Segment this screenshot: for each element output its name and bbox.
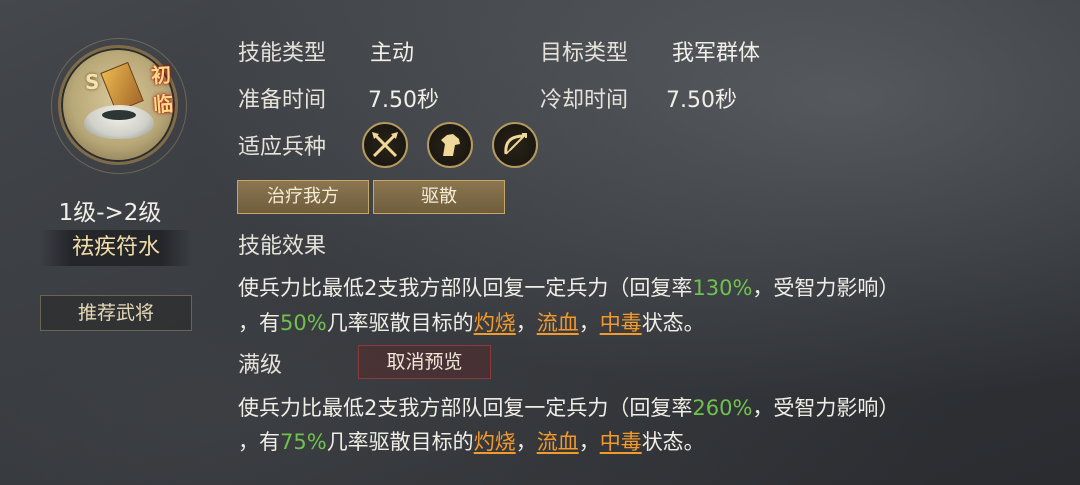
desc-text: ， bbox=[578, 311, 600, 335]
skill-tag: 初临 bbox=[150, 62, 174, 117]
bow-glyph bbox=[504, 133, 527, 155]
status-link-poison[interactable]: 中毒 bbox=[600, 311, 642, 335]
target-type-label: 目标类型 bbox=[540, 41, 629, 66]
bow-icon[interactable] bbox=[492, 122, 538, 168]
max-desc-line1: 使兵力比最低2支我方部队回复一定兵力（回复率260%，受智力影响） bbox=[238, 392, 899, 422]
desc-text: 几率驱散目标的 bbox=[326, 311, 474, 335]
cancel-preview-button[interactable]: 取消预览 bbox=[358, 345, 491, 379]
bowl-icon bbox=[84, 105, 154, 139]
desc-text: ，受智力影响） bbox=[752, 396, 900, 420]
heal-rate-max: 260% bbox=[692, 396, 753, 420]
desc-text: 状态。 bbox=[641, 430, 705, 454]
effect-tag-heal: 治疗我方 bbox=[237, 180, 369, 214]
max-desc-line2: ，有75%几率驱散目标的灼烧，流血，中毒状态。 bbox=[238, 426, 705, 456]
skill-icon[interactable]: S 初临 bbox=[51, 38, 187, 174]
status-link-bleed-max[interactable]: 流血 bbox=[537, 430, 579, 454]
horse-head-icon[interactable] bbox=[427, 122, 473, 168]
status-link-poison-max[interactable]: 中毒 bbox=[600, 430, 642, 454]
desc-text: 使兵力比最低2支我方部队回复一定兵力（回复率 bbox=[238, 276, 693, 300]
desc-text: 使兵力比最低2支我方部队回复一定兵力（回复率 bbox=[238, 396, 693, 420]
dispel-chance: 50% bbox=[280, 311, 327, 335]
skill-grade: S bbox=[85, 70, 100, 94]
desc-text: ，受智力影响） bbox=[752, 276, 900, 300]
desc-text: ， bbox=[515, 311, 537, 335]
effect-title: 技能效果 bbox=[238, 234, 327, 259]
recommend-generals-button[interactable]: 推荐武将 bbox=[40, 295, 192, 331]
cooldown-label: 冷却时间 bbox=[540, 88, 629, 113]
skill-level: 1级->2级 bbox=[58, 200, 162, 226]
effect-tag-dispel: 驱散 bbox=[373, 180, 505, 214]
effect-desc-line1: 使兵力比最低2支我方部队回复一定兵力（回复率130%，受智力影响） bbox=[238, 272, 899, 302]
desc-text: ，有 bbox=[238, 311, 280, 335]
crossed-spears-glyph bbox=[372, 132, 398, 158]
prep-time-value: 7.50秒 bbox=[368, 88, 439, 113]
target-type-value: 我军群体 bbox=[672, 41, 761, 66]
desc-text: ， bbox=[515, 430, 537, 454]
desc-text: ，有 bbox=[238, 430, 280, 454]
status-link-burn[interactable]: 灼烧 bbox=[474, 311, 516, 335]
troop-type-label: 适应兵种 bbox=[238, 135, 327, 160]
desc-text: ， bbox=[578, 430, 600, 454]
crossed-spears-icon[interactable] bbox=[362, 122, 408, 168]
desc-text: 状态。 bbox=[641, 311, 705, 335]
desc-text: 几率驱散目标的 bbox=[326, 430, 474, 454]
effect-desc-line2: ，有50%几率驱散目标的灼烧，流血，中毒状态。 bbox=[238, 307, 705, 337]
skill-type-label: 技能类型 bbox=[238, 41, 327, 66]
heal-rate: 130% bbox=[692, 276, 753, 300]
cooldown-value: 7.50秒 bbox=[666, 88, 737, 113]
horse-head-glyph bbox=[441, 134, 460, 156]
status-link-burn-max[interactable]: 灼烧 bbox=[474, 430, 516, 454]
skill-name: 祛疾符水 bbox=[40, 230, 192, 266]
dispel-chance-max: 75% bbox=[280, 430, 327, 454]
status-link-bleed[interactable]: 流血 bbox=[537, 311, 579, 335]
prep-time-label: 准备时间 bbox=[238, 88, 327, 113]
skill-type-value: 主动 bbox=[370, 41, 415, 66]
max-level-label: 满级 bbox=[238, 353, 283, 378]
